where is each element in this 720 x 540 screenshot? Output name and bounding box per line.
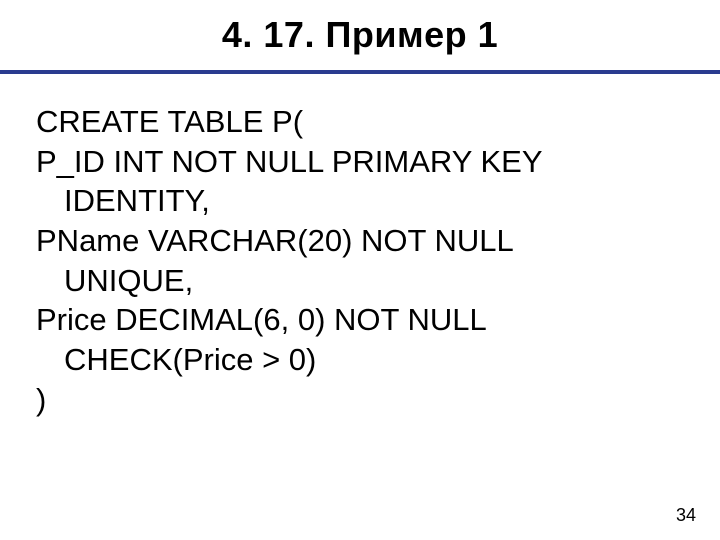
- code-line: CHECK(Price > 0): [36, 340, 684, 380]
- code-line: PName VARCHAR(20) NOT NULL: [36, 221, 684, 261]
- page-number: 34: [676, 505, 696, 526]
- slide: 4. 17. Пример 1 CREATE TABLE P( P_ID INT…: [0, 0, 720, 540]
- code-line: UNIQUE,: [36, 261, 684, 301]
- code-line: CREATE TABLE P(: [36, 102, 684, 142]
- slide-title: 4. 17. Пример 1: [0, 0, 720, 70]
- code-line: Price DECIMAL(6, 0) NOT NULL: [36, 300, 684, 340]
- code-line: ): [36, 380, 684, 420]
- code-line: P_ID INT NOT NULL PRIMARY KEY: [36, 142, 684, 182]
- code-line: IDENTITY,: [36, 181, 684, 221]
- slide-body: CREATE TABLE P( P_ID INT NOT NULL PRIMAR…: [0, 74, 720, 419]
